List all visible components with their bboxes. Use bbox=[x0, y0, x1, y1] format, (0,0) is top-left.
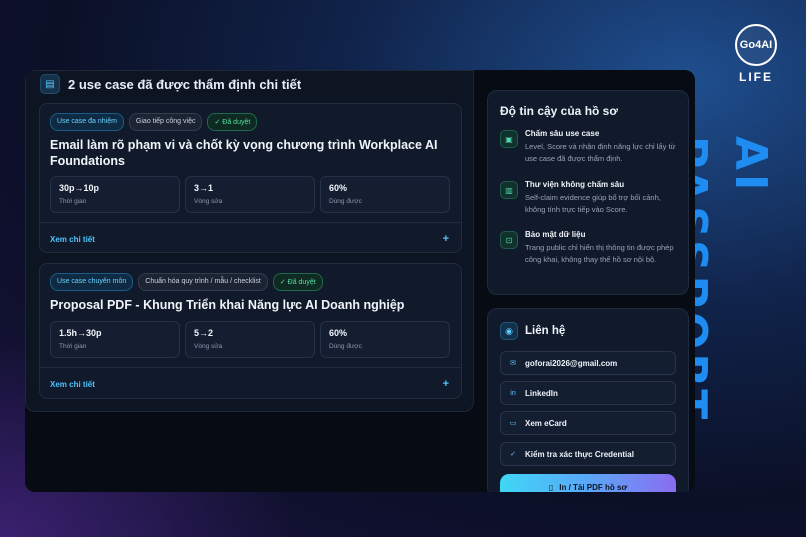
stat-value: 3→1 bbox=[194, 183, 214, 193]
linkedin-icon: in bbox=[510, 389, 516, 397]
trust-panel: Độ tin cậy của hồ sơ ▣ Chấm sâu use case… bbox=[487, 90, 689, 295]
stat-value: 1.5h→30p bbox=[59, 328, 102, 338]
trust-item-description: Self-claim evidence giúp bổ trợ bối cảnh… bbox=[525, 193, 661, 214]
stat-label: Vòng sửa bbox=[194, 198, 223, 205]
contact-title: Liên hệ bbox=[525, 325, 566, 337]
tag-list: Use case chuyên môn Chuẩn hóa quy trình … bbox=[50, 273, 323, 291]
trust-item-heading: Thư viện không chấm sâu bbox=[525, 180, 625, 189]
trust-item-heading: Chấm sâu use case bbox=[525, 129, 600, 138]
verify-credential-button[interactable]: ✓ Kiểm tra xác thực Credential bbox=[500, 442, 676, 466]
document-icon: ▤ bbox=[40, 74, 60, 94]
stat-label: Thời gian bbox=[59, 198, 87, 205]
approved-badge: ✓ Đã duyệt bbox=[207, 113, 258, 131]
stat-label: Vòng sửa bbox=[194, 343, 223, 350]
check-list-icon: ▣ bbox=[500, 130, 518, 148]
stat-time: 30p→10p Thời gian bbox=[50, 176, 180, 213]
user-icon: ◉ bbox=[500, 322, 518, 340]
divider bbox=[40, 367, 461, 368]
pdf-button-label: In / Tải PDF hồ sơ bbox=[559, 482, 628, 492]
stat-time: 1.5h→30p Thời gian bbox=[50, 321, 180, 358]
go4ai-logo-badge: Go4AI bbox=[735, 24, 777, 66]
linkedin-button[interactable]: in LinkedIn bbox=[500, 381, 676, 405]
trust-item-description: Level, Score và nhận định năng lực chỉ l… bbox=[525, 142, 676, 163]
use-case-section-title: 2 use case đã được thẩm định chi tiết bbox=[68, 76, 302, 92]
stat-row: 1.5h→30p Thời gian 5→2 Vòng sửa 60% Dùng… bbox=[50, 321, 450, 358]
brand-life-text: LIFE bbox=[739, 70, 773, 84]
use-case-title: Proposal PDF - Khung Triển khai Năng lực… bbox=[50, 298, 405, 312]
stat-usable: 60% Dùng được bbox=[320, 176, 450, 213]
stat-label: Dùng được bbox=[329, 343, 362, 350]
card-icon: ▭ bbox=[509, 420, 517, 427]
library-icon: ▥ bbox=[500, 181, 518, 199]
tag-list: Use case đa nhiệm Giao tiếp công việc ✓ … bbox=[50, 113, 258, 131]
trust-item: ⊡ Bảo mật dữ liệu Trang public chỉ hiển … bbox=[500, 230, 680, 266]
expand-plus-icon[interactable]: + bbox=[443, 233, 449, 245]
check-icon: ✓ bbox=[510, 451, 516, 458]
trust-panel-title: Độ tin cậy của hồ sơ bbox=[500, 104, 618, 118]
stat-revisions: 5→2 Vòng sửa bbox=[185, 321, 315, 358]
use-case-title: Email làm rõ phạm vi và chốt kỳ vọng chư… bbox=[50, 138, 438, 168]
verify-label: Kiểm tra xác thực Credential bbox=[525, 449, 634, 459]
use-case-panel: ▤ 2 use case đã được thẩm định chi tiết … bbox=[25, 70, 474, 412]
stat-label: Thời gian bbox=[59, 343, 87, 350]
tag-category: Use case chuyên môn bbox=[50, 273, 134, 291]
use-case-header: ▤ 2 use case đã được thẩm định chi tiết bbox=[40, 74, 301, 94]
email-button[interactable]: ✉ goforai2026@gmail.com bbox=[500, 351, 676, 375]
divider bbox=[40, 222, 461, 223]
use-case-card: Use case đa nhiệm Giao tiếp công việc ✓ … bbox=[39, 103, 462, 253]
use-case-card: Use case chuyên môn Chuẩn hóa quy trình … bbox=[39, 263, 462, 399]
view-details-link[interactable]: Xem chi tiết bbox=[50, 235, 95, 244]
stat-value: 60% bbox=[329, 183, 348, 193]
trust-item: ▥ Thư viện không chấm sâu Self-claim evi… bbox=[500, 180, 680, 216]
mail-icon: ✉ bbox=[510, 360, 516, 367]
linkedin-label: LinkedIn bbox=[525, 388, 558, 398]
ecard-button[interactable]: ▭ Xem eCard bbox=[500, 411, 676, 435]
trust-item: ▣ Chấm sâu use case Level, Score và nhận… bbox=[500, 129, 680, 165]
stat-row: 30p→10p Thời gian 3→1 Vòng sửa 60% Dùng … bbox=[50, 176, 450, 213]
stat-value: 60% bbox=[329, 328, 348, 338]
ai-passport-title: AI PASSPORT bbox=[665, 136, 776, 423]
print-pdf-button[interactable]: ▯ In / Tải PDF hồ sơ bbox=[500, 474, 676, 492]
tag-category: Use case đa nhiệm bbox=[50, 113, 124, 131]
stat-value: 30p→10p bbox=[59, 183, 100, 193]
expand-plus-icon[interactable]: + bbox=[443, 378, 449, 390]
brand-logo: Go4AI LIFE bbox=[733, 24, 779, 84]
stat-usable: 60% Dùng được bbox=[320, 321, 450, 358]
app-window: ▤ 2 use case đã được thẩm định chi tiết … bbox=[25, 70, 695, 492]
stat-value: 5→2 bbox=[194, 328, 214, 338]
contact-header: ◉ Liên hệ bbox=[500, 322, 565, 340]
trust-item-heading: Bảo mật dữ liệu bbox=[525, 230, 586, 239]
lock-icon: ⊡ bbox=[500, 231, 518, 249]
view-details-link[interactable]: Xem chi tiết bbox=[50, 380, 95, 389]
stat-label: Dùng được bbox=[329, 198, 362, 205]
tag-skill: Chuẩn hóa quy trình / mẫu / checklist bbox=[138, 273, 268, 291]
trust-item-description: Trang public chỉ hiển thị thông tin được… bbox=[525, 243, 674, 264]
tag-skill: Giao tiếp công việc bbox=[128, 113, 203, 131]
stat-revisions: 3→1 Vòng sửa bbox=[185, 176, 315, 213]
email-label: goforai2026@gmail.com bbox=[525, 358, 618, 368]
pdf-icon: ▯ bbox=[548, 482, 554, 492]
approved-badge: ✓ Đã duyệt bbox=[272, 273, 323, 291]
ecard-label: Xem eCard bbox=[525, 418, 567, 428]
contact-panel: ◉ Liên hệ ✉ goforai2026@gmail.com in Lin… bbox=[487, 308, 689, 492]
